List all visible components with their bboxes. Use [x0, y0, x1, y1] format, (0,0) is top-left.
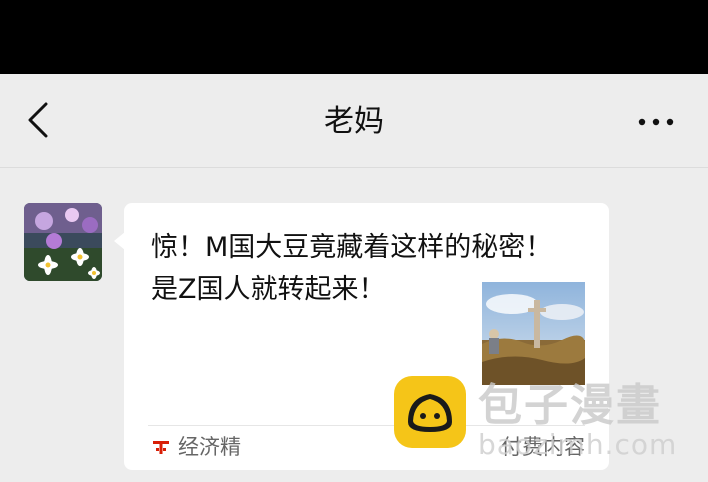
status-bar: [0, 0, 708, 74]
article-source: 经济精: [178, 435, 241, 459]
card-divider: [148, 425, 585, 426]
soybean-field-photo: [482, 282, 585, 385]
card-footer: 经济精 付费内容: [148, 429, 585, 465]
more-button[interactable]: [634, 104, 678, 140]
chat-header: 老妈: [0, 74, 708, 168]
chat-screen: 老妈 惊！M国大豆竟藏着这样的秘密！是Z国人就转起来！ 经济精 付费内容 包子漫…: [0, 0, 708, 482]
article-thumbnail: [482, 282, 585, 385]
shared-article-card[interactable]: 惊！M国大豆竟藏着这样的秘密！是Z国人就转起来！ 经济精 付费内容: [124, 203, 609, 470]
flower-avatar-image: [24, 203, 102, 281]
paid-content-label: 付费内容: [501, 435, 585, 459]
more-dots-icon: [638, 118, 674, 126]
chat-title: 老妈: [324, 104, 384, 139]
red-t-icon: [153, 441, 169, 454]
avatar[interactable]: [24, 203, 102, 281]
